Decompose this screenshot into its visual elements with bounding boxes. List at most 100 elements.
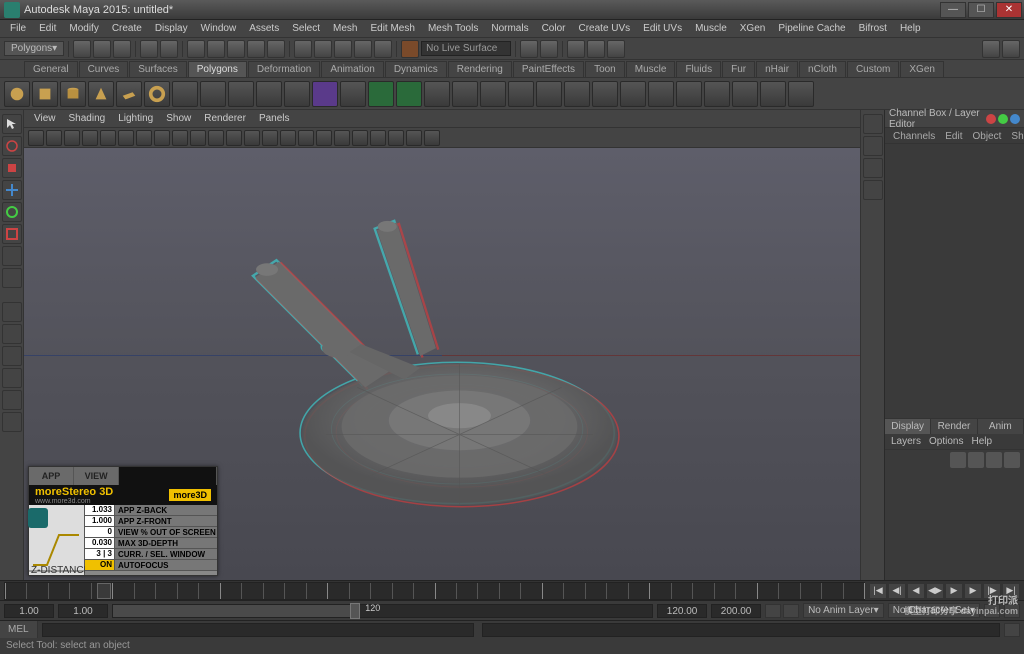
menu-modify[interactable]: Modify — [63, 21, 104, 36]
anim-end-field[interactable]: 200.00 — [711, 604, 761, 618]
hypershade-icon[interactable] — [2, 390, 22, 410]
poly-separate-icon[interactable] — [396, 81, 422, 107]
new-scene-button[interactable] — [73, 40, 91, 58]
vp-safe-title-icon[interactable] — [208, 130, 224, 146]
shelf-tab-surfaces[interactable]: Surfaces — [129, 61, 186, 77]
menu-edit[interactable]: Edit — [33, 21, 62, 36]
paint-select-tool[interactable] — [2, 158, 22, 178]
poly-uv-icon[interactable] — [760, 81, 786, 107]
single-view-icon[interactable] — [2, 302, 22, 322]
viewport-canvas[interactable]: APP VIEW moreStereo 3D www.more3d.com mo… — [24, 148, 860, 580]
poly-type-icon[interactable] — [340, 81, 366, 107]
vp-menu-panels[interactable]: Panels — [253, 111, 296, 126]
poly-cone-icon[interactable] — [88, 81, 114, 107]
menu-help[interactable]: Help — [894, 21, 927, 36]
vp-menu-view[interactable]: View — [28, 111, 62, 126]
shelf-tab-muscle[interactable]: Muscle — [626, 61, 676, 77]
ch-sub-show[interactable]: Show — [1007, 130, 1024, 141]
close-button[interactable]: ✕ — [996, 2, 1022, 18]
ch-sub-channels[interactable]: Channels — [889, 130, 939, 141]
poly-extract-icon[interactable] — [452, 81, 478, 107]
playback-end-field[interactable]: 120.00 — [657, 604, 707, 618]
poly-sculpt-icon[interactable] — [704, 81, 730, 107]
range-loop-icon[interactable] — [783, 604, 799, 618]
vp-film-gate-icon[interactable] — [136, 130, 152, 146]
menu-assets[interactable]: Assets — [243, 21, 285, 36]
vp-aa-icon[interactable] — [406, 130, 422, 146]
time-ruler[interactable] — [4, 582, 865, 600]
poly-combine-icon[interactable] — [368, 81, 394, 107]
menu-edit-uvs[interactable]: Edit UVs — [637, 21, 688, 36]
poly-prism-icon[interactable] — [172, 81, 198, 107]
shelf-tab-dynamics[interactable]: Dynamics — [385, 61, 447, 77]
layer-menu-layers[interactable]: Layers — [891, 436, 921, 447]
layer-tab-render[interactable]: Render — [931, 419, 977, 434]
select-hier-button[interactable] — [227, 40, 245, 58]
snap-plane-button[interactable] — [354, 40, 372, 58]
layer-move-up-icon[interactable] — [950, 452, 966, 468]
poly-platonic-icon[interactable] — [312, 81, 338, 107]
tool-settings-toggle[interactable] — [863, 136, 883, 156]
attr-editor-toggle[interactable] — [863, 114, 883, 134]
playback-start-field[interactable]: 1.00 — [58, 604, 108, 618]
menu-pipeline-cache[interactable]: Pipeline Cache — [772, 21, 851, 36]
vp-grid-icon[interactable] — [118, 130, 134, 146]
layer-tab-display[interactable]: Display — [885, 419, 931, 434]
layer-menu-help[interactable]: Help — [971, 436, 992, 447]
open-scene-button[interactable] — [93, 40, 111, 58]
save-scene-button[interactable] — [113, 40, 131, 58]
range-handle[interactable]: 120 — [350, 603, 360, 619]
command-input[interactable] — [42, 623, 474, 637]
layer-new-selected-icon[interactable] — [1004, 452, 1020, 468]
vp-ao-icon[interactable] — [370, 130, 386, 146]
select-tool[interactable] — [2, 114, 22, 134]
vp-safe-action-icon[interactable] — [190, 130, 206, 146]
poly-plane-icon[interactable] — [116, 81, 142, 107]
vp-xray-icon[interactable] — [334, 130, 350, 146]
vp-menu-shading[interactable]: Shading — [63, 111, 112, 126]
redo-button[interactable] — [160, 40, 178, 58]
script-editor-icon[interactable] — [2, 412, 22, 432]
menu-mesh-tools[interactable]: Mesh Tools — [422, 21, 484, 36]
vp-2d-pan-icon[interactable] — [100, 130, 116, 146]
menu-window[interactable]: Window — [195, 21, 243, 36]
vp-shaded-icon[interactable] — [244, 130, 260, 146]
shelf-tab-toon[interactable]: Toon — [585, 61, 625, 77]
four-view-icon[interactable] — [2, 324, 22, 344]
menu-file[interactable]: File — [4, 21, 32, 36]
layer-new-empty-icon[interactable] — [986, 452, 1002, 468]
menu-normals[interactable]: Normals — [485, 21, 534, 36]
live-surface-field[interactable]: No Live Surface — [421, 41, 511, 56]
select-obj-button[interactable] — [247, 40, 265, 58]
poly-sphere-icon[interactable] — [4, 81, 30, 107]
vp-image-plane-icon[interactable] — [82, 130, 98, 146]
poly-pyramid-icon[interactable] — [200, 81, 226, 107]
vp-isolate-icon[interactable] — [316, 130, 332, 146]
shelf-tab-painteffects[interactable]: PaintEffects — [513, 61, 584, 77]
render-button[interactable] — [567, 40, 585, 58]
menu-select[interactable]: Select — [286, 21, 326, 36]
ch-sub-edit[interactable]: Edit — [941, 130, 966, 141]
poly-reduce-icon[interactable] — [732, 81, 758, 107]
range-reset-icon[interactable] — [765, 604, 781, 618]
maximize-button[interactable]: ☐ — [968, 2, 994, 18]
shelf-tab-deformation[interactable]: Deformation — [248, 61, 320, 77]
menu-edit-mesh[interactable]: Edit Mesh — [364, 21, 420, 36]
menu-bifrost[interactable]: Bifrost — [853, 21, 893, 36]
channel-box-toggle[interactable] — [863, 158, 883, 178]
dot-green-icon[interactable] — [998, 114, 1008, 124]
magnet-icon[interactable] — [401, 40, 419, 58]
poly-insert-edge-icon[interactable] — [592, 81, 618, 107]
menu-color[interactable]: Color — [536, 21, 572, 36]
poly-split-icon[interactable] — [648, 81, 674, 107]
vp-menu-show[interactable]: Show — [160, 111, 197, 126]
shelf-tab-animation[interactable]: Animation — [321, 61, 383, 77]
shelf-tab-xgen[interactable]: XGen — [900, 61, 944, 77]
dot-red-icon[interactable] — [986, 114, 996, 124]
shelf-tab-fur[interactable]: Fur — [722, 61, 755, 77]
poly-smooth-icon[interactable] — [480, 81, 506, 107]
vp-lights-icon[interactable] — [280, 130, 296, 146]
snap-curve-button[interactable] — [314, 40, 332, 58]
modeling-toolkit-toggle[interactable] — [863, 180, 883, 200]
vp-menu-lighting[interactable]: Lighting — [112, 111, 159, 126]
